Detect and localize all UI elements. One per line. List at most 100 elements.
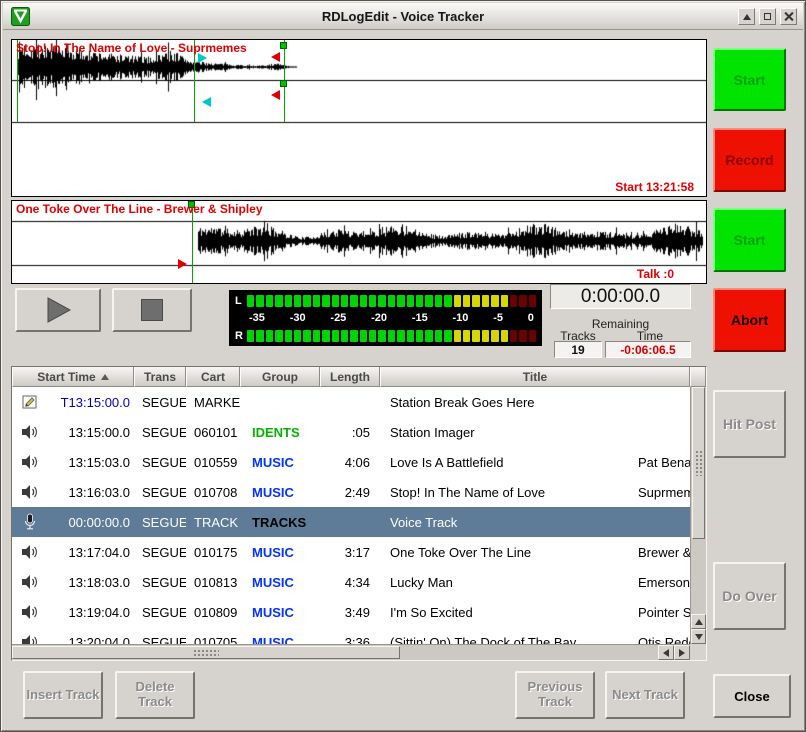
row-group: MUSIC bbox=[240, 605, 320, 620]
column-header-cart[interactable]: Cart bbox=[186, 367, 240, 387]
horizontal-scrollbar-thumb[interactable] bbox=[12, 646, 400, 659]
arrow-left-icon bbox=[663, 649, 669, 657]
row-length: 3:49 bbox=[320, 605, 380, 620]
record-button[interactable]: Record bbox=[713, 128, 786, 192]
deck2-waveform-panel[interactable]: One Toke Over The Line - Brewer & Shiple… bbox=[11, 200, 707, 284]
column-header-group[interactable]: Group bbox=[240, 367, 320, 387]
row-transition: SEGUE bbox=[134, 605, 186, 620]
fade-handle-bottom-icon[interactable] bbox=[280, 80, 287, 87]
scroll-right-button[interactable] bbox=[674, 645, 690, 660]
row-start-time: 13:19:04.0 bbox=[48, 605, 134, 620]
meter-scale: -35-30-25-20-15-10-50 bbox=[235, 312, 536, 325]
row-artist: Otis Redding bbox=[626, 635, 690, 645]
row-transition: SEGUE bbox=[134, 485, 186, 500]
play-button[interactable] bbox=[15, 288, 101, 332]
log-row[interactable]: 13:18:03.0 SEGUE 010813 MUSIC 4:34 Lucky… bbox=[12, 567, 690, 597]
hit-post-button[interactable]: Hit Post bbox=[713, 390, 786, 458]
row-length: :05 bbox=[320, 425, 380, 440]
scroll-left-button[interactable] bbox=[658, 645, 674, 660]
log-row[interactable]: 13:19:04.0 SEGUE 010809 MUSIC 3:49 I'm S… bbox=[12, 597, 690, 627]
deck2-track-title: One Toke Over The Line - Brewer & Shiple… bbox=[16, 202, 263, 216]
log-row[interactable]: 13:17:04.0 SEGUE 010175 MUSIC 3:17 One T… bbox=[12, 537, 690, 567]
start-deck1-button[interactable]: Start bbox=[713, 48, 786, 111]
arrow-right-icon bbox=[679, 649, 685, 657]
row-group: MUSIC bbox=[240, 485, 320, 500]
log-table-body: T13:15:00.0 SEGUE MARKER Station Break G… bbox=[12, 387, 690, 644]
row-title: (Sittin' On) The Dock of The Bay bbox=[380, 635, 626, 645]
row-group: MUSIC bbox=[240, 545, 320, 560]
scrollbar-grip-icon bbox=[193, 649, 219, 657]
fade-handle-top-icon[interactable] bbox=[280, 42, 287, 49]
marker-icon bbox=[12, 394, 48, 410]
do-over-button[interactable]: Do Over bbox=[713, 562, 786, 630]
speaker-icon bbox=[12, 424, 48, 440]
horizontal-scrollbar[interactable] bbox=[12, 644, 690, 660]
row-length: 3:36 bbox=[320, 635, 380, 645]
log-row[interactable]: 13:16:03.0 SEGUE 010708 MUSIC 2:49 Stop!… bbox=[12, 477, 690, 507]
stop-button[interactable] bbox=[112, 288, 192, 332]
arrow-up-icon bbox=[695, 619, 703, 625]
row-transition: SEGUE bbox=[134, 635, 186, 645]
row-artist: Emerson, Lake bbox=[626, 575, 690, 590]
meter-left-label: L bbox=[235, 295, 247, 307]
talk-marker-out-icon[interactable] bbox=[202, 97, 211, 107]
speaker-icon bbox=[12, 544, 48, 560]
speaker-icon bbox=[12, 484, 48, 500]
row-title: One Toke Over The Line bbox=[380, 545, 626, 560]
delete-track-button[interactable]: Delete Track bbox=[115, 671, 195, 719]
row-cart-number: MARKER bbox=[186, 395, 240, 410]
scroll-up-button[interactable] bbox=[691, 614, 706, 629]
row-start-time: 00:00:00.0 bbox=[48, 515, 134, 530]
column-header-start-time[interactable]: Start Time bbox=[12, 367, 134, 387]
shade-icon bbox=[743, 14, 751, 20]
segue-flag-bottom-icon[interactable] bbox=[271, 90, 280, 100]
log-table: Start TimeTransCartGroupLengthTitle T13:… bbox=[11, 366, 707, 661]
row-title: Voice Track bbox=[380, 515, 626, 530]
arrow-down-icon bbox=[695, 634, 703, 640]
start-deck2-button[interactable]: Start bbox=[713, 208, 786, 272]
row-title: Lucky Man bbox=[380, 575, 626, 590]
segue-flag-top-icon[interactable] bbox=[271, 52, 280, 62]
remaining-time-value: -0:06:06.5 bbox=[605, 341, 691, 358]
log-row[interactable]: 13:15:00.0 SEGUE 060101 IDENTS :05 Stati… bbox=[12, 417, 690, 447]
scroll-down-button[interactable] bbox=[691, 629, 706, 644]
log-row[interactable]: 13:15:03.0 SEGUE 010559 MUSIC 4:06 Love … bbox=[12, 447, 690, 477]
log-row[interactable]: 00:00:00.0 SEGUE TRACK TRACKS Voice Trac… bbox=[12, 507, 690, 537]
sort-ascending-icon bbox=[101, 374, 109, 380]
column-header-length[interactable]: Length bbox=[320, 367, 380, 387]
row-transition: SEGUE bbox=[134, 515, 186, 530]
column-header-title[interactable]: Title bbox=[380, 367, 690, 387]
row-artist: Brewer & Shipley bbox=[626, 545, 690, 560]
row-start-time: 13:15:03.0 bbox=[48, 455, 134, 470]
deck2-talk-label: Talk :0 bbox=[637, 267, 674, 281]
window-title: RDLogEdit - Voice Tracker bbox=[3, 9, 803, 24]
log-row[interactable]: T13:15:00.0 SEGUE MARKER Station Break G… bbox=[12, 387, 690, 417]
row-length: 3:17 bbox=[320, 545, 380, 560]
row-group: TRACKS bbox=[240, 515, 320, 530]
row-cart-number: 060101 bbox=[186, 425, 240, 440]
deck1-waveform-panel[interactable]: Stop! In The Name of Love - Suprmemes St… bbox=[11, 39, 707, 197]
maximize-button[interactable] bbox=[759, 8, 776, 25]
row-start-time: 13:15:00.0 bbox=[48, 425, 134, 440]
row-artist: Suprmemes bbox=[626, 485, 690, 500]
column-header-trans[interactable]: Trans bbox=[134, 367, 186, 387]
deck2-start-flag-icon[interactable] bbox=[178, 259, 187, 269]
log-row[interactable]: 13:20:04.0 SEGUE 010705 MUSIC 3:36 (Sitt… bbox=[12, 627, 690, 644]
close-icon bbox=[784, 12, 793, 21]
previous-track-button[interactable]: Previous Track bbox=[515, 671, 595, 719]
insert-track-button[interactable]: Insert Track bbox=[23, 671, 103, 719]
vertical-scrollbar-thumb[interactable] bbox=[692, 387, 705, 539]
titlebar[interactable]: RDLogEdit - Voice Tracker bbox=[3, 3, 803, 30]
next-track-button[interactable]: Next Track bbox=[605, 671, 685, 719]
row-cart-number: 010809 bbox=[186, 605, 240, 620]
row-title: Love Is A Battlefield bbox=[380, 455, 626, 470]
close-button[interactable]: Close bbox=[713, 674, 791, 718]
remaining-tracks-value: 19 bbox=[554, 341, 602, 358]
abort-button[interactable]: Abort bbox=[713, 288, 786, 352]
close-window-button[interactable] bbox=[780, 8, 797, 25]
row-cart-number: 010559 bbox=[186, 455, 240, 470]
deck1-waveform-canvas bbox=[12, 40, 706, 196]
row-title: Stop! In The Name of Love bbox=[380, 485, 626, 500]
vertical-scrollbar[interactable] bbox=[690, 387, 706, 644]
shade-button[interactable] bbox=[738, 8, 755, 25]
